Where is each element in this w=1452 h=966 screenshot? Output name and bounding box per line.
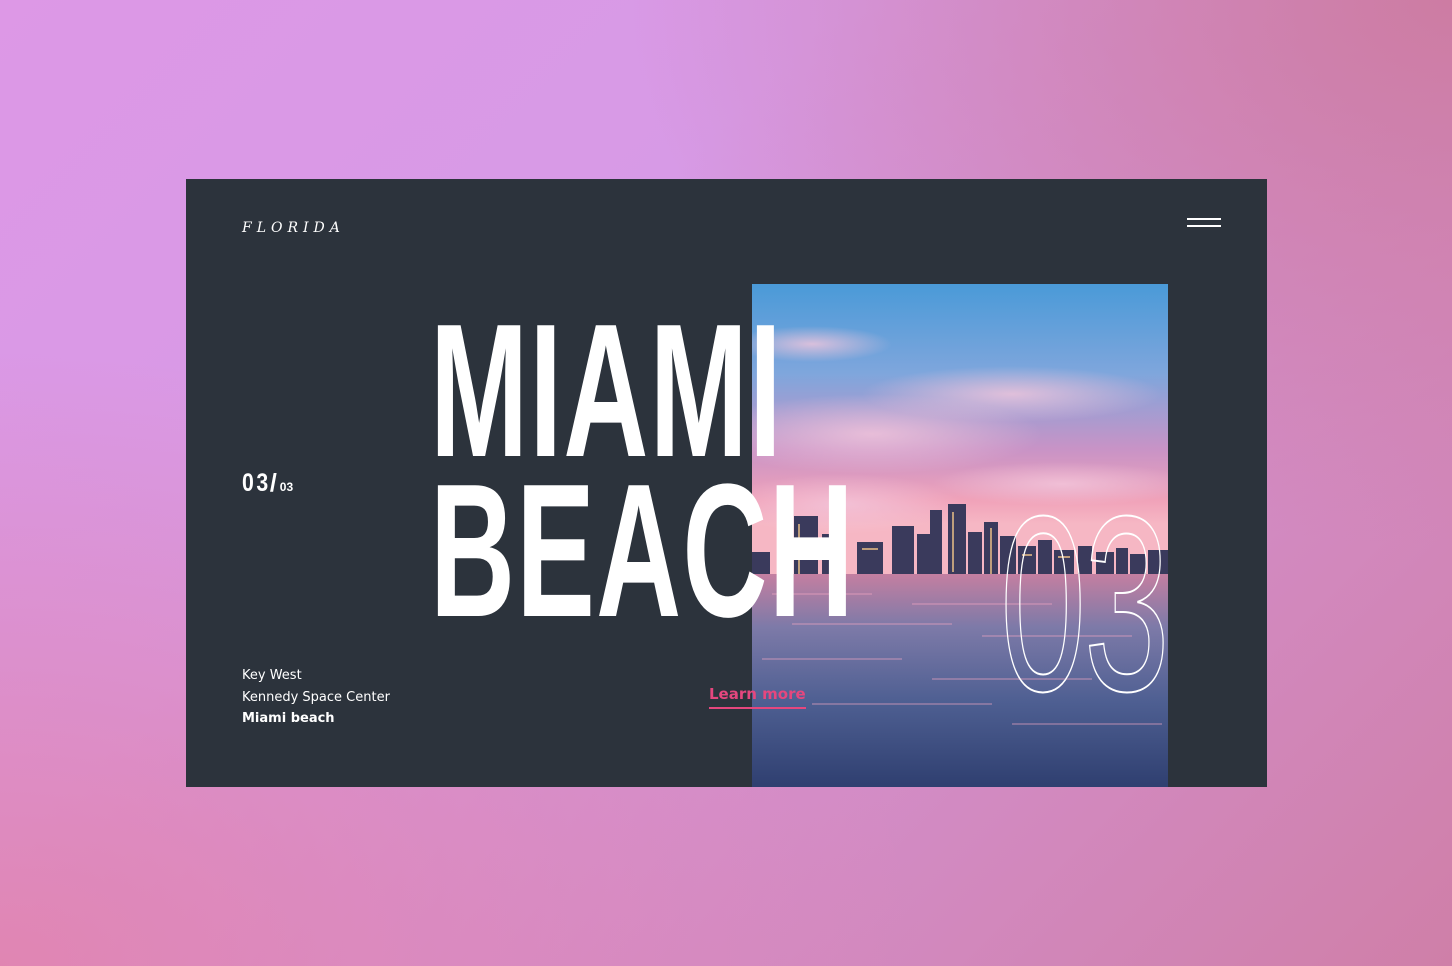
brand-logo[interactable]: FLORIDA bbox=[242, 220, 345, 236]
nav-item-key-west[interactable]: Key West bbox=[242, 665, 390, 687]
hamburger-menu-icon[interactable] bbox=[1187, 216, 1221, 230]
slide-total: 03 bbox=[279, 480, 294, 494]
slide-number-outline: 03 bbox=[999, 464, 1170, 743]
learn-more-link[interactable]: Learn more bbox=[709, 685, 806, 709]
nav-item-miami-beach[interactable]: Miami beach bbox=[242, 708, 390, 730]
nav-item-kennedy-space-center[interactable]: Kennedy Space Center bbox=[242, 687, 390, 709]
title-line-2: BEACH bbox=[430, 445, 856, 657]
destination-nav: Key West Kennedy Space Center Miami beac… bbox=[242, 665, 390, 730]
slide-counter: 03 / 03 bbox=[242, 469, 293, 498]
slide-separator: / bbox=[269, 469, 277, 497]
slide-current: 03 bbox=[242, 469, 271, 497]
menu-line-bottom bbox=[1187, 225, 1221, 227]
menu-line-top bbox=[1187, 218, 1221, 220]
hero-card: FLORIDA 03 / 03 Key West Kennedy Space C… bbox=[186, 179, 1267, 787]
page-title: MIAMI BEACH bbox=[430, 296, 856, 657]
